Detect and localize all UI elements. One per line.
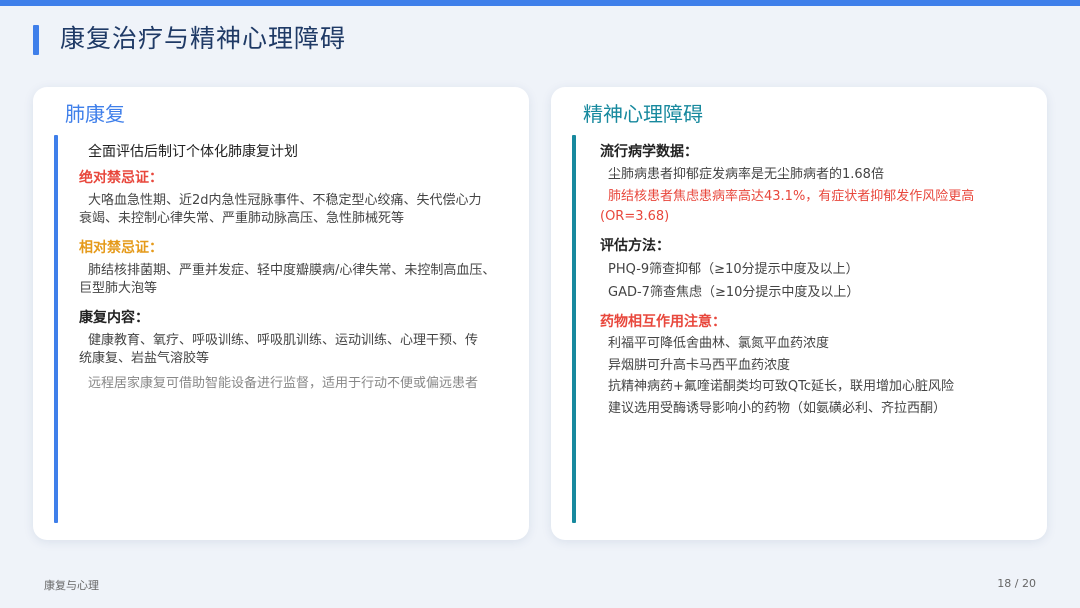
intro-text: 全面评估后制订个体化肺康复计划 bbox=[88, 144, 298, 160]
mental-disorder-card: 精神心理障碍 流行病学数据： 尘肺病患者抑郁症发病率是无尘肺病者的1.68倍 肺… bbox=[551, 87, 1047, 540]
relative-contraindications-text: 肺结核排菌期、严重并发症、轻中度瓣膜病/心律失常、未控制高血压、 bbox=[88, 263, 496, 278]
rehab-content-text: 统康复、岩盐气溶胶等 bbox=[79, 351, 210, 366]
drug-interaction-text: 利福平可降低舍曲林、氯氮平血药浓度 bbox=[608, 336, 830, 351]
epidemiology-highlight: 肺结核患者焦虑患病率高达43.1%，有症状者抑郁发作风险更高 bbox=[608, 189, 975, 204]
pulmonary-rehab-card: 肺康复 全面评估后制订个体化肺康复计划 绝对禁忌证： 大咯血急性期、近2d内急性… bbox=[33, 87, 529, 540]
drug-interaction-text: 建议选用受酶诱导影响小的药物（如氨磺必利、齐拉西酮） bbox=[608, 401, 947, 416]
assessment-text: GAD-7筛查焦虑（≥10分提示中度及以上） bbox=[608, 285, 860, 300]
absolute-contraindications-text: 大咯血急性期、近2d内急性冠脉事件、不稳定型心绞痛、失代偿心力 bbox=[88, 193, 482, 208]
page-title: 康复治疗与精神心理障碍 bbox=[60, 24, 347, 53]
relative-contraindications-heading: 相对禁忌证： bbox=[79, 240, 163, 256]
drug-interaction-text: 抗精神病药+氟喹诺酮类均可致QTc延长，联用增加心脏风险 bbox=[608, 379, 955, 394]
page-number: 18 / 20 bbox=[997, 577, 1036, 590]
rehab-content-heading: 康复内容： bbox=[79, 310, 149, 326]
top-accent-bar bbox=[0, 0, 1080, 6]
assessment-text: PHQ-9筛查抑郁（≥10分提示中度及以上） bbox=[608, 262, 859, 277]
card-title: 肺康复 bbox=[65, 102, 125, 126]
epidemiology-highlight: (OR=3.68) bbox=[600, 209, 670, 224]
drug-interaction-text: 异烟肼可升高卡马西平血药浓度 bbox=[608, 358, 791, 373]
card-title: 精神心理障碍 bbox=[583, 102, 703, 126]
absolute-contraindications-text: 衰竭、未控制心律失常、严重肺动脉高压、急性肺械死等 bbox=[79, 211, 405, 226]
relative-contraindications-text: 巨型肺大泡等 bbox=[79, 281, 158, 296]
absolute-contraindications-heading: 绝对禁忌证： bbox=[79, 170, 163, 186]
card-accent-rule bbox=[54, 135, 58, 523]
assessment-heading: 评估方法： bbox=[600, 238, 670, 254]
footer-section-label: 康复与心理 bbox=[44, 579, 99, 592]
remote-rehab-note: 远程居家康复可借助智能设备进行监督，适用于行动不便或偏远患者 bbox=[88, 376, 479, 391]
epidemiology-heading: 流行病学数据： bbox=[600, 144, 698, 160]
card-accent-rule bbox=[572, 135, 576, 523]
epidemiology-text: 尘肺病患者抑郁症发病率是无尘肺病者的1.68倍 bbox=[608, 167, 884, 182]
drug-interaction-heading: 药物相互作用注意： bbox=[600, 314, 726, 330]
rehab-content-text: 健康教育、氧疗、呼吸训练、呼吸肌训练、运动训练、心理干预、传 bbox=[88, 333, 479, 348]
title-accent-bar bbox=[33, 25, 39, 55]
